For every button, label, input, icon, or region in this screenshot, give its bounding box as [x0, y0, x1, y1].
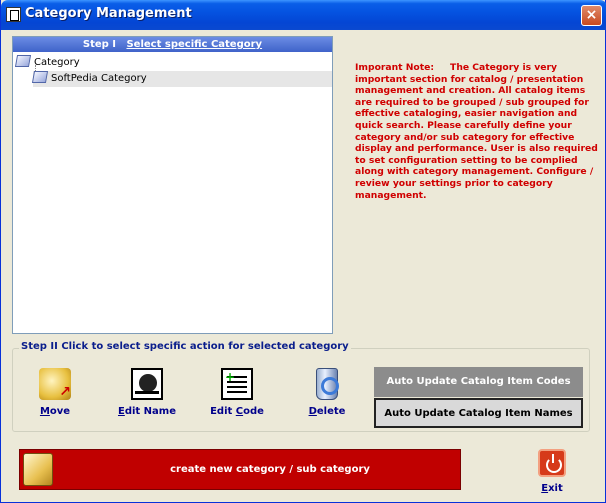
app-icon [6, 7, 21, 22]
edit-code-label: ode [243, 406, 264, 417]
edit-code-mnemonic: C [235, 406, 244, 417]
tree-item-label: SoftPedia Category [51, 73, 147, 84]
title-bar: Category Management × [1, 0, 606, 30]
move-label: ove [49, 406, 71, 417]
important-note: Imporant Note: The Category is very impo… [355, 62, 598, 201]
delete-mnemonic: D [308, 406, 317, 417]
step2-label: Step II Click to select specific action … [19, 341, 351, 352]
tree-item-child[interactable]: SoftPedia Category [31, 71, 332, 87]
category-management-window: Category Management × Step I Select spec… [0, 0, 606, 503]
folder-icon [23, 453, 53, 486]
auto-update-names-button[interactable]: Auto Update Catalog Item Names [374, 398, 583, 428]
delete-label: elete [316, 406, 346, 417]
edit-code-prefix: Edit [210, 406, 236, 417]
tree-item-root[interactable]: Category [14, 55, 80, 71]
category-tree-panel: Step I Select specific Category Category… [12, 36, 333, 334]
create-category-label: create new category / sub category [170, 464, 370, 475]
auto-update-codes-button[interactable]: Auto Update Catalog Item Codes [374, 367, 583, 397]
folder-icon [14, 55, 32, 67]
create-category-button[interactable]: create new category / sub category [19, 449, 461, 490]
step1-label: Select specific Category [126, 39, 263, 50]
close-button[interactable]: × [581, 5, 602, 26]
move-mnemonic: M [39, 406, 50, 417]
edit-code-action[interactable]: Edit Code [202, 368, 272, 417]
move-folder-icon [39, 368, 71, 400]
exit-label: xit [548, 483, 563, 494]
window-title: Category Management [25, 6, 192, 21]
edit-name-icon [131, 368, 163, 400]
step1-prefix: Step I [82, 39, 117, 50]
folder-icon [31, 71, 49, 83]
note-heading: Imporant Note: [355, 62, 435, 73]
edit-code-icon [221, 368, 253, 400]
power-icon [538, 449, 566, 477]
edit-name-action[interactable]: Edit Name [112, 368, 182, 417]
note-body: The Category is very important section f… [355, 62, 598, 201]
edit-name-mnemonic: E [117, 406, 125, 417]
tree-item-label: Category [34, 57, 80, 68]
delete-action[interactable]: Delete [292, 368, 362, 417]
exit-button[interactable]: Exit [532, 449, 572, 494]
edit-name-label: dit Name [124, 406, 176, 417]
move-action[interactable]: Move [20, 368, 90, 417]
recycle-bin-icon [316, 368, 339, 400]
step1-header: Step I Select specific Category [13, 37, 332, 52]
